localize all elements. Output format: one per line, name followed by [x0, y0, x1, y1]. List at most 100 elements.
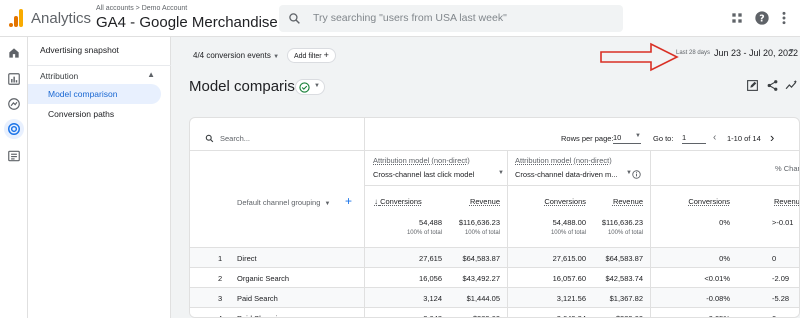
col-revenue-b[interactable]: Revenue: [586, 197, 643, 206]
main-content: 4/4 conversion events ▼ Add filter + Las…: [171, 37, 800, 318]
info-icon[interactable]: [632, 170, 641, 179]
reports-icon[interactable]: [7, 72, 21, 86]
divider: [364, 185, 799, 186]
divider: [650, 150, 651, 317]
model-a-selector[interactable]: Cross-channel last click model ▼: [373, 170, 504, 179]
add-dimension-button[interactable]: +: [345, 194, 352, 208]
apps-grid-icon[interactable]: [729, 10, 745, 26]
property-selector[interactable]: GA4 - Google Merchandise ...▼: [96, 14, 309, 31]
explore-icon[interactable]: [7, 97, 21, 111]
rows-per-page-label: Rows per page:: [561, 134, 614, 143]
row-pct-conversions: -0.08%: [706, 294, 730, 303]
more-vert-icon[interactable]: [776, 10, 792, 26]
section-nav: Advertising snapshot Attribution ▲ Model…: [28, 37, 171, 318]
row-index: 3: [218, 294, 223, 303]
account-breadcrumb[interactable]: All accounts > Demo Account: [96, 5, 187, 12]
share-icon[interactable]: [766, 79, 779, 92]
caret-down-icon: ▼: [635, 133, 641, 139]
search-bar[interactable]: Try searching "users from USA last week": [279, 5, 623, 32]
help-icon[interactable]: ?: [754, 10, 770, 26]
search-icon: [205, 134, 214, 143]
next-page-icon[interactable]: ›: [770, 130, 774, 145]
report-status-chip[interactable]: ▼: [295, 79, 325, 95]
conversion-events-label: 4/4 conversion events: [193, 51, 271, 60]
row-pct-revenue: 0: [772, 314, 776, 317]
row-pct-conversions: 0%: [719, 254, 730, 263]
dimension-label: Default channel grouping: [237, 198, 321, 207]
col-conversions-pct[interactable]: Conversions: [670, 197, 730, 206]
app-name[interactable]: Analytics: [31, 10, 91, 27]
advertising-nav[interactable]: [4, 119, 24, 139]
insights-icon[interactable]: [785, 79, 798, 92]
row-pct-revenue: -5.28: [772, 294, 790, 303]
chevron-down-icon[interactable]: ▼: [788, 48, 795, 55]
row-a-revenue: $1,444.05: [466, 294, 500, 303]
col-conversions-b[interactable]: Conversions: [502, 197, 586, 206]
row-a-revenue: $64,583.87: [462, 254, 500, 263]
row-b-revenue: $64,583.87: [605, 254, 643, 263]
row-b-revenue: $289.60: [586, 314, 643, 317]
conversion-events-selector[interactable]: 4/4 conversion events ▼: [193, 51, 279, 60]
configure-icon[interactable]: [7, 149, 21, 163]
model-b-name: Cross-channel data-driven m...: [515, 170, 618, 179]
row-b-conversions: 3,121.56: [556, 294, 586, 303]
col-conversions-label: Conversions: [380, 197, 422, 206]
pct-change-header: % Char: [775, 164, 800, 173]
row-b-conversions: 16,057.60: [552, 274, 586, 283]
prev-page-icon[interactable]: ‹: [713, 132, 716, 143]
goto-page-input[interactable]: 1: [682, 133, 706, 144]
row-b-revenue: $42,583.74: [605, 274, 643, 283]
plus-icon: +: [323, 50, 329, 60]
nav-model-comparison-label: Model comparison: [48, 89, 118, 99]
nav-attribution-section[interactable]: Attribution ▲: [28, 65, 171, 82]
dimension-selector[interactable]: Default channel grouping ▼: [237, 198, 330, 207]
row-channel-name: Direct: [237, 254, 257, 263]
col-revenue-pct[interactable]: Revenue: [774, 197, 799, 206]
row-channel-name: Organic Search: [237, 274, 290, 283]
page-title: Model comparison: [189, 78, 312, 95]
row-channel-name: Paid Shopping: [237, 314, 286, 317]
pagination-status: 1-10 of 14: [727, 134, 761, 143]
caret-down-icon: ▼: [498, 170, 504, 176]
divider: [190, 247, 799, 248]
total-b-conversions: 54,488.00: [552, 218, 586, 227]
nav-advertising-snapshot[interactable]: Advertising snapshot: [40, 45, 119, 55]
table-search-input[interactable]: Search...: [220, 134, 250, 143]
search-icon: [289, 13, 300, 24]
model-b-selector[interactable]: Cross-channel data-driven m... ▼: [515, 170, 632, 179]
nav-model-comparison[interactable]: Model comparison: [28, 84, 161, 104]
date-range-label: Last 28 days: [676, 50, 711, 56]
row-b-revenue: $1,367.82: [609, 294, 643, 303]
annotation-arrow-icon: [600, 42, 679, 72]
sort-down-icon: ↓: [374, 197, 378, 206]
row-a-revenue: $289.60: [430, 314, 500, 317]
total-a-revenue-share: 100% of total: [464, 230, 500, 236]
top-app-bar: Analytics All accounts > Demo Account GA…: [0, 0, 800, 37]
check-circle-icon: [299, 82, 310, 93]
row-b-conversions: 27,615.00: [552, 254, 586, 263]
advertising-icon: [8, 123, 20, 135]
col-revenue-a[interactable]: Revenue: [430, 197, 500, 206]
edit-comparison-icon[interactable]: [746, 79, 759, 92]
svg-text:?: ?: [759, 13, 764, 24]
row-index: 1: [218, 254, 223, 263]
row-pct-conversions: 0.05%: [670, 314, 730, 317]
goto-label: Go to:: [653, 134, 674, 143]
model-a-name: Cross-channel last click model: [373, 170, 475, 179]
total-b-revenue-share: 100% of total: [607, 230, 643, 236]
rows-per-page-select[interactable]: 10 ▼: [613, 133, 641, 144]
divider: [190, 150, 799, 151]
nav-conversion-paths[interactable]: Conversion paths: [48, 109, 114, 119]
row-index: 2: [218, 274, 223, 283]
caret-down-icon: ▼: [324, 201, 331, 207]
home-icon[interactable]: [7, 46, 21, 60]
caret-down-icon: ▼: [314, 83, 320, 89]
add-filter-button[interactable]: Add filter +: [287, 48, 336, 63]
comparison-table: Search... Rows per page: 10 ▼ Go to: 1 ‹ …: [189, 117, 800, 318]
rows-per-page-value: 10: [613, 133, 622, 142]
date-range-picker[interactable]: Jun 23 - Jul 20, 2022: [714, 48, 798, 58]
chevron-up-icon: ▲: [147, 70, 155, 79]
add-filter-label: Add filter: [294, 53, 322, 60]
analytics-logo-icon[interactable]: [9, 9, 23, 27]
total-pct-revenue: >-0.01: [772, 218, 794, 227]
